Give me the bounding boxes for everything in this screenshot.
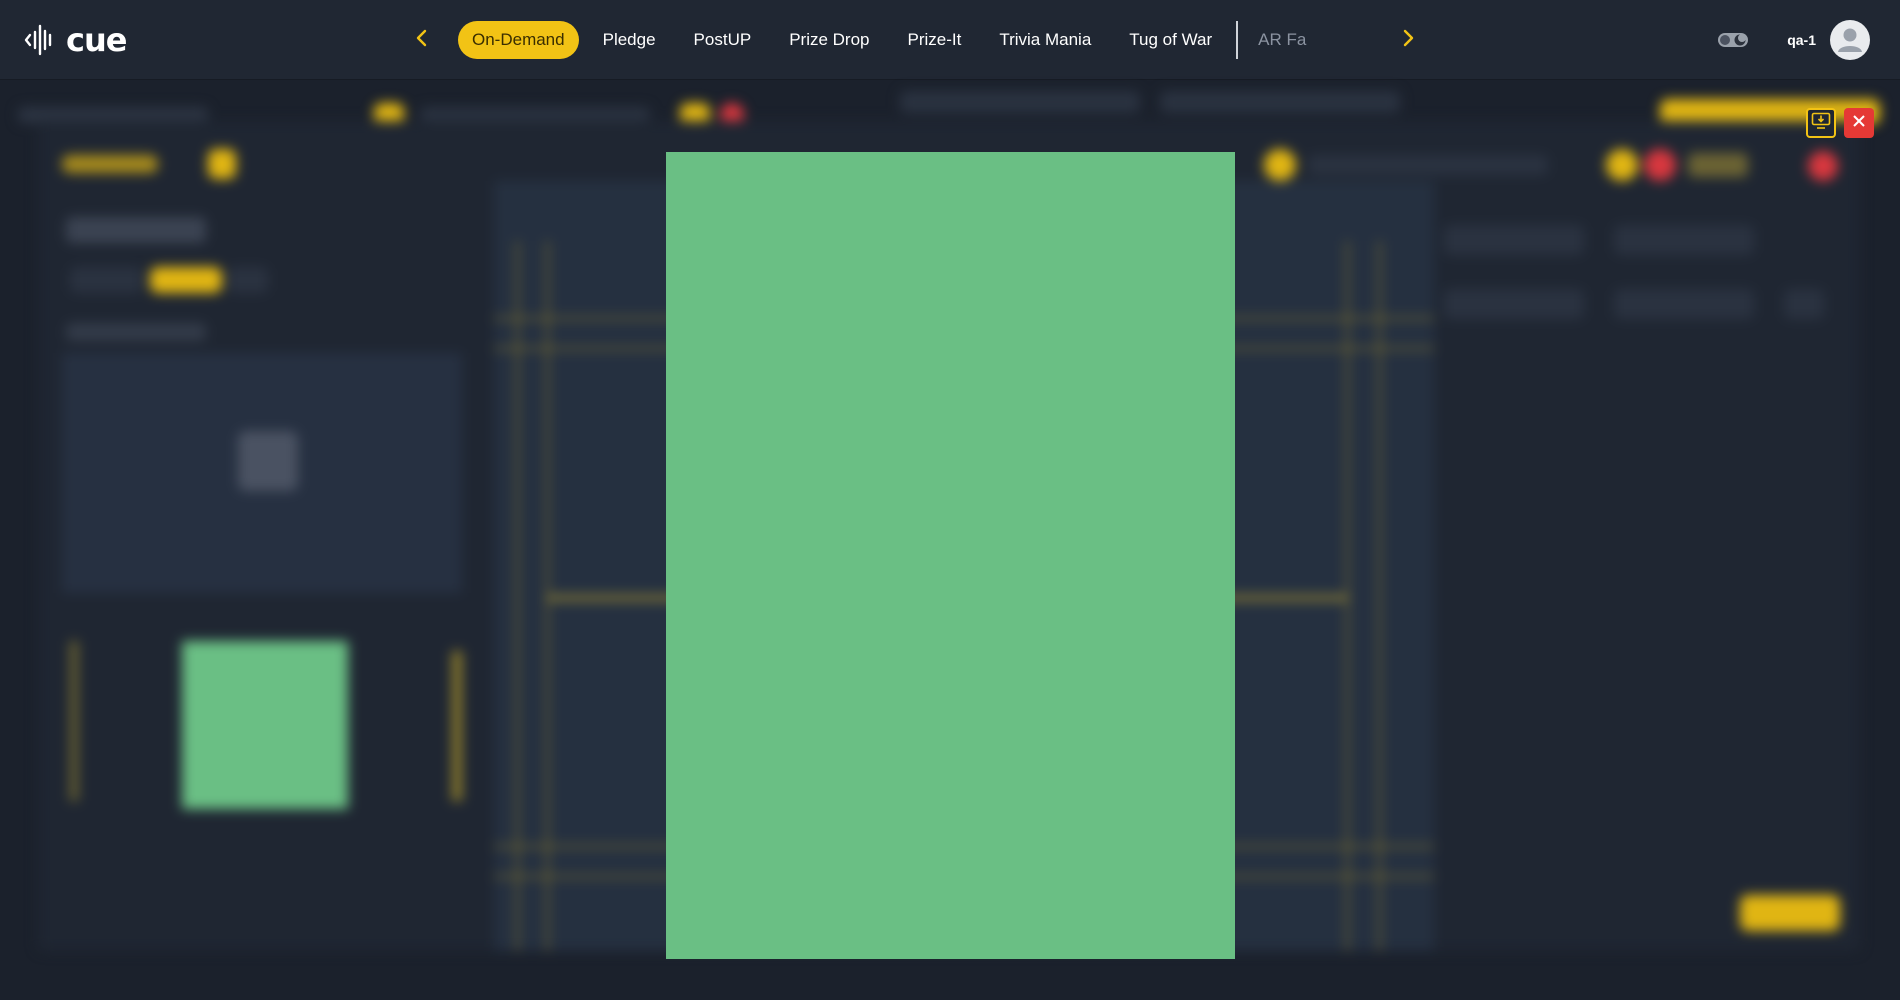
full-preview: [666, 152, 1235, 959]
sound-wave-icon: [24, 22, 60, 58]
app-logo[interactable]: cue: [24, 20, 127, 60]
tab-on-demand[interactable]: On-Demand: [458, 21, 579, 59]
download-screen-icon: [1811, 112, 1831, 135]
bg-red-dot: [1644, 149, 1676, 181]
chevron-left-icon: [415, 28, 429, 53]
nav-prev-button[interactable]: [406, 24, 438, 56]
download-screen-button[interactable]: [1806, 108, 1836, 138]
tab-divider: [1236, 21, 1239, 59]
bg-field: [1614, 225, 1754, 255]
nav-next-button[interactable]: [1392, 24, 1424, 56]
bg-field: [1784, 289, 1824, 319]
tab-postup[interactable]: PostUP: [680, 21, 766, 59]
bg-bar: [1160, 91, 1400, 113]
top-navigation: cue On-Demand Pledge PostUP Prize Drop P…: [0, 0, 1900, 80]
user-avatar-icon[interactable]: [1830, 20, 1870, 60]
bg-red-dot: [1808, 151, 1838, 181]
modal-actions: [1806, 108, 1874, 138]
tab-pledge[interactable]: Pledge: [589, 21, 670, 59]
header-right: qa-1: [1717, 18, 1870, 62]
bg-bar: [420, 107, 650, 121]
bg-upload-icon: [238, 431, 298, 491]
bg-field: [1614, 289, 1754, 319]
theme-toggle-icon[interactable]: [1717, 30, 1749, 50]
logo-text: cue: [66, 21, 127, 59]
bg-heading-bar: [66, 217, 206, 243]
bg-title-yellow: [62, 155, 158, 173]
chevron-right-icon: [1401, 28, 1415, 53]
bg-slider: [70, 641, 78, 801]
bg-yellow-dot: [1264, 149, 1296, 181]
tab-tug-of-war[interactable]: Tug of War: [1115, 21, 1226, 59]
bg-segment: [228, 267, 268, 293]
close-button[interactable]: [1844, 108, 1874, 138]
tab-prize-it[interactable]: Prize-It: [894, 21, 976, 59]
nav-tabs: On-Demand Pledge PostUP Prize Drop Prize…: [458, 20, 1388, 60]
tab-prize-drop[interactable]: Prize Drop: [775, 21, 883, 59]
bg-segment: [70, 267, 142, 293]
bg-segment-active: [150, 267, 222, 293]
user-name[interactable]: qa-1: [1787, 32, 1816, 48]
bg-yellow-dot: [1606, 149, 1638, 181]
bg-field: [1444, 289, 1584, 319]
bg-thumb-preview: [182, 641, 348, 809]
bg-input: [1308, 155, 1548, 175]
bg-bar: [1688, 153, 1748, 177]
close-icon: [1852, 114, 1866, 133]
bg-yellow-chip: [208, 149, 236, 179]
bg-slider: [452, 651, 462, 801]
bg-bar: [900, 91, 1140, 113]
tab-trivia-mania[interactable]: Trivia Mania: [985, 21, 1105, 59]
tab-ar-truncated[interactable]: AR Fa: [1250, 21, 1320, 59]
bg-label: [66, 323, 206, 341]
bg-save-button: [1740, 895, 1840, 931]
bg-field: [1444, 225, 1584, 255]
